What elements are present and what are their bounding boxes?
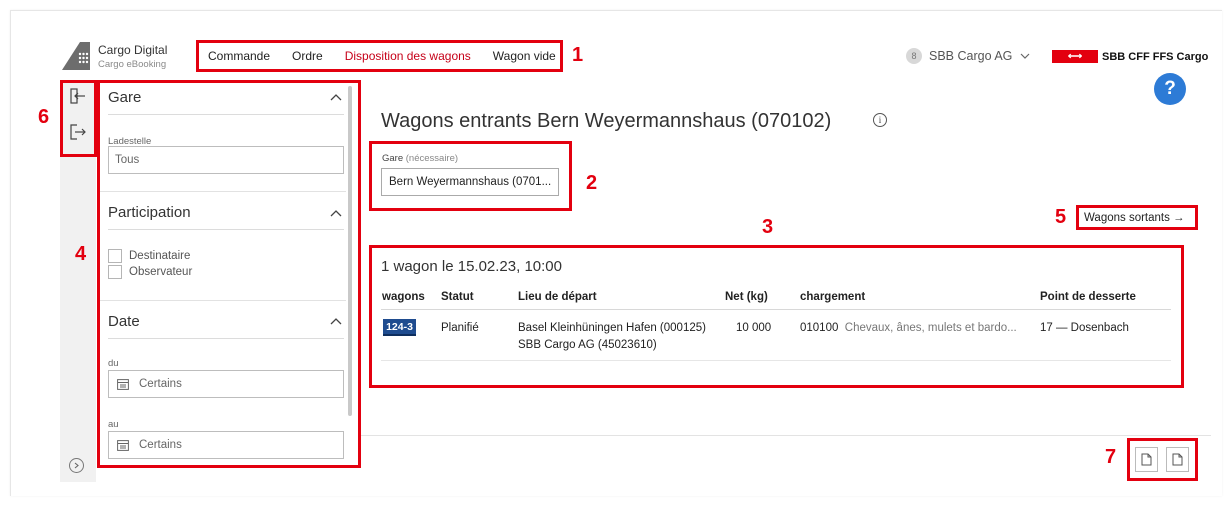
wagons-sortants-link[interactable]: Wagons sortants →	[1076, 205, 1198, 230]
user-avatar-icon: 8	[906, 48, 922, 64]
chevron-down-icon	[1020, 53, 1030, 59]
checkbox-destinataire[interactable]: Destinataire	[108, 249, 190, 263]
calendar-icon	[117, 440, 129, 451]
chevron-up-icon[interactable]	[330, 209, 342, 217]
wagon-group-heading: 1 wagon le 15.02.23, 10:00	[381, 258, 562, 275]
date-to-input[interactable]: Certains	[108, 431, 344, 459]
row-statut: Planifié	[441, 322, 479, 334]
date-from-label: du	[108, 358, 119, 369]
sbb-logo: ⟷ SBB CFF FFS Cargo	[1052, 50, 1208, 63]
divider	[100, 300, 346, 301]
expand-rail-button[interactable]	[69, 458, 84, 473]
date-from-value: Certains	[139, 378, 182, 390]
row-depart-line1: Basel Kleinhüningen Hafen (000125)	[518, 322, 706, 334]
nav-disposition-des-wagons[interactable]: Disposition des wagons	[345, 49, 471, 63]
filter-scrollbar[interactable]	[348, 86, 352, 416]
row-net: 10 000	[736, 322, 772, 334]
column-header[interactable]: Statut	[441, 291, 474, 303]
checkbox[interactable]	[108, 249, 122, 263]
brand-title: Cargo Digital	[98, 43, 168, 57]
nav-ordre[interactable]: Ordre	[292, 49, 323, 63]
pdf-file-icon	[1141, 453, 1152, 466]
row-depart-line2: SBB Cargo AG (45023610)	[518, 339, 657, 351]
calendar-icon	[117, 379, 129, 390]
filter-gare-title[interactable]: Gare	[108, 89, 141, 106]
company-selector[interactable]: 8 SBB Cargo AG	[906, 48, 1030, 64]
nav-commande[interactable]: Commande	[208, 49, 270, 63]
date-to-label: au	[108, 419, 119, 430]
callout-1: 1	[572, 44, 584, 66]
wagon-number-badge[interactable]: 124-3	[383, 319, 416, 336]
checkbox[interactable]	[108, 265, 122, 279]
page-title: Wagons entrants Bern Weyermannshaus (070…	[381, 110, 832, 132]
column-header[interactable]: Point de desserte	[1040, 291, 1136, 303]
ladestelle-select[interactable]: Tous	[108, 146, 344, 174]
callout-7: 7	[1105, 446, 1117, 468]
top-navigation: Commande Ordre Disposition des wagons Wa…	[196, 40, 563, 72]
divider	[108, 229, 344, 230]
gare-input[interactable]: Bern Weyermannshaus (0701...	[381, 168, 559, 196]
checkbox-label: Destinataire	[129, 250, 191, 262]
date-to-value: Certains	[139, 439, 182, 451]
logout-icon[interactable]	[70, 124, 86, 140]
callout-2: 2	[586, 172, 598, 194]
excel-file-icon	[1172, 453, 1183, 466]
export-pdf-button[interactable]	[1135, 447, 1158, 472]
gare-required-hint: (nécessaire)	[405, 153, 459, 164]
callout-4: 4	[75, 243, 87, 265]
cargo-digital-logo	[62, 42, 90, 70]
info-icon[interactable]: i	[873, 113, 887, 127]
row-chargement: 010100 Chevaux, ânes, mulets et bardo...	[800, 322, 1017, 334]
callout-3: 3	[762, 216, 774, 238]
company-name: SBB Cargo AG	[929, 49, 1013, 63]
filter-date-title[interactable]: Date	[108, 313, 140, 330]
divider	[108, 114, 344, 115]
help-button[interactable]: ?	[1154, 73, 1186, 105]
export-excel-button[interactable]	[1166, 447, 1189, 472]
divider	[108, 338, 344, 339]
chargement-code: 010100	[800, 322, 839, 334]
row-desserte: 17 — Dosenbach	[1040, 322, 1129, 334]
gare-label: Gare (nécessaire)	[382, 153, 459, 164]
date-from-input[interactable]: Certains	[108, 370, 344, 398]
divider	[361, 435, 1211, 436]
checkbox-label: Observateur	[129, 266, 193, 278]
divider	[100, 191, 346, 192]
filter-participation-title[interactable]: Participation	[108, 204, 191, 221]
callout-6: 6	[38, 106, 50, 128]
column-header[interactable]: chargement	[800, 291, 865, 303]
collapse-filter-icon[interactable]	[70, 88, 86, 104]
chevron-up-icon[interactable]	[330, 317, 342, 325]
sbb-flag-icon: ⟷	[1052, 50, 1098, 63]
divider	[381, 309, 1171, 310]
brand-subtitle: Cargo eBooking	[98, 59, 167, 70]
chevron-up-icon[interactable]	[330, 93, 342, 101]
chargement-description: Chevaux, ânes, mulets et bardo...	[844, 322, 1017, 334]
checkbox-observateur[interactable]: Observateur	[108, 265, 192, 279]
callout-5: 5	[1055, 206, 1067, 228]
column-header[interactable]: Net (kg)	[725, 291, 768, 303]
divider	[381, 360, 1171, 361]
sbb-logo-text: SBB CFF FFS Cargo	[1102, 50, 1209, 63]
chevron-right-icon	[74, 462, 79, 469]
nav-wagon-vide[interactable]: Wagon vide	[493, 49, 556, 63]
column-header[interactable]: Lieu de départ	[518, 291, 597, 303]
column-header[interactable]: wagons	[382, 291, 425, 303]
